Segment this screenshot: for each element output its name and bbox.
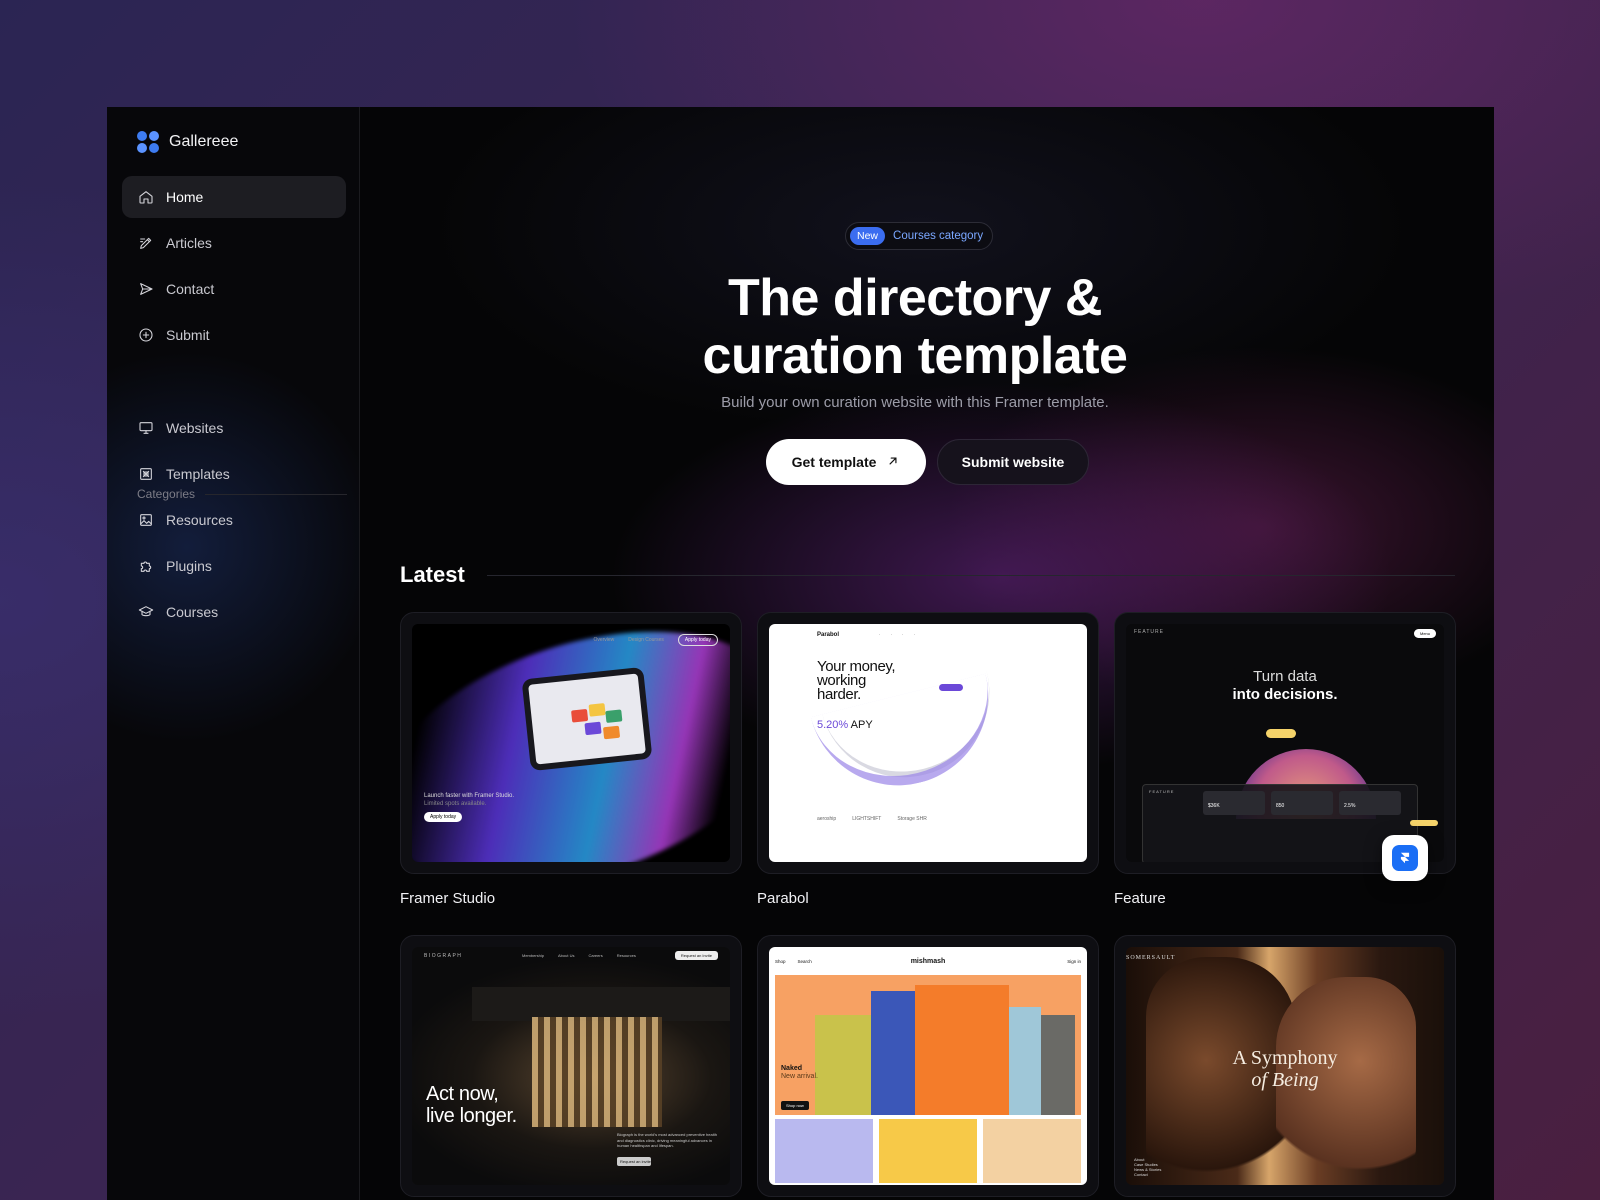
main-content: New Courses category The directory & cur… bbox=[361, 107, 1494, 1200]
app-frame: Gallereee Home Articles Contact Submit C… bbox=[107, 107, 1494, 1200]
graduation-cap-icon bbox=[138, 604, 154, 620]
sidebar-item-label: Websites bbox=[166, 420, 224, 436]
latest-title: Latest bbox=[400, 562, 465, 587]
card-thumbnail: Overview Design Courses Apply today Laun… bbox=[412, 624, 730, 862]
card-feature[interactable]: FEATURE Menu Turn data into decisions. FE… bbox=[1114, 612, 1456, 907]
latest-header: Latest bbox=[400, 562, 1455, 588]
card-thumbnail: SOMERSAULT A Symphony of Being About Case… bbox=[1126, 947, 1444, 1185]
badge-text: Courses category bbox=[893, 230, 984, 242]
card-title: Feature bbox=[1114, 890, 1166, 907]
plus-circle-icon bbox=[138, 327, 154, 343]
card-thumbnail: Parabol · · · · Your money, working harder. 5… bbox=[769, 624, 1087, 862]
brand-name: Gallereee bbox=[169, 133, 239, 150]
sidebar-item-label: Templates bbox=[166, 466, 230, 482]
template-icon bbox=[138, 466, 154, 482]
framer-logo-icon bbox=[1392, 845, 1418, 871]
sidebar-item-contact[interactable]: Contact bbox=[122, 268, 346, 310]
card-thumbnail: BIOGRAPH Membership About Us Careers Res… bbox=[412, 947, 730, 1185]
sidebar-item-label: Plugins bbox=[166, 558, 212, 574]
framer-badge[interactable] bbox=[1382, 835, 1428, 881]
monitor-icon bbox=[138, 420, 154, 436]
sidebar-item-label: Resources bbox=[166, 512, 233, 528]
sidebar-item-plugins[interactable]: Plugins bbox=[122, 545, 346, 587]
card-title: Parabol bbox=[757, 890, 809, 907]
hero-subtitle: Build your own curation website with thi… bbox=[721, 394, 1109, 411]
new-badge[interactable]: New Courses category bbox=[845, 222, 993, 250]
arrow-up-right-icon bbox=[886, 454, 900, 471]
new-pill: New bbox=[850, 227, 886, 245]
sidebar-item-label: Courses bbox=[166, 604, 219, 620]
hero-title: The directory & curation template bbox=[702, 269, 1128, 385]
sidebar-item-label: Submit bbox=[166, 327, 210, 343]
card-parabol[interactable]: Parabol · · · · Your money, working harder. 5… bbox=[757, 612, 1099, 907]
card-thumbnail: FEATURE Menu Turn data into decisions. FE… bbox=[1126, 624, 1444, 862]
sidebar: Gallereee Home Articles Contact Submit C… bbox=[107, 107, 360, 1200]
sidebar-item-resources[interactable]: Resources bbox=[122, 499, 346, 541]
card-somersault[interactable]: SOMERSAULT A Symphony of Being About Case… bbox=[1114, 935, 1456, 1197]
submit-website-button[interactable]: Submit website bbox=[937, 439, 1089, 485]
sidebar-item-label: Home bbox=[166, 189, 204, 205]
home-icon bbox=[138, 189, 154, 205]
sidebar-item-websites[interactable]: Websites bbox=[122, 407, 346, 449]
sidebar-item-courses[interactable]: Courses bbox=[122, 591, 346, 633]
get-template-button[interactable]: Get template bbox=[766, 439, 926, 485]
pencil-icon bbox=[138, 235, 154, 251]
sidebar-item-articles[interactable]: Articles bbox=[122, 222, 346, 264]
sidebar-item-label: Articles bbox=[166, 235, 212, 251]
card-mishmash[interactable]: Shop Search mishmash Sign in Naked New arr… bbox=[757, 935, 1099, 1197]
sidebar-item-home[interactable]: Home bbox=[122, 176, 346, 218]
puzzle-icon bbox=[138, 558, 154, 574]
card-biograph[interactable]: BIOGRAPH Membership About Us Careers Res… bbox=[400, 935, 742, 1197]
brand[interactable]: Gallereee bbox=[137, 131, 238, 153]
card-title: Framer Studio bbox=[400, 890, 496, 907]
sidebar-item-label: Contact bbox=[166, 281, 215, 297]
send-icon bbox=[138, 281, 154, 297]
card-thumbnail: Shop Search mishmash Sign in Naked New arr… bbox=[769, 947, 1087, 1185]
sidebar-item-submit[interactable]: Submit bbox=[122, 314, 346, 356]
brand-logo-icon bbox=[137, 131, 159, 153]
sidebar-item-templates[interactable]: Templates bbox=[122, 453, 346, 495]
image-icon bbox=[138, 512, 154, 528]
card-framer-studio[interactable]: Overview Design Courses Apply today Laun… bbox=[400, 612, 742, 907]
